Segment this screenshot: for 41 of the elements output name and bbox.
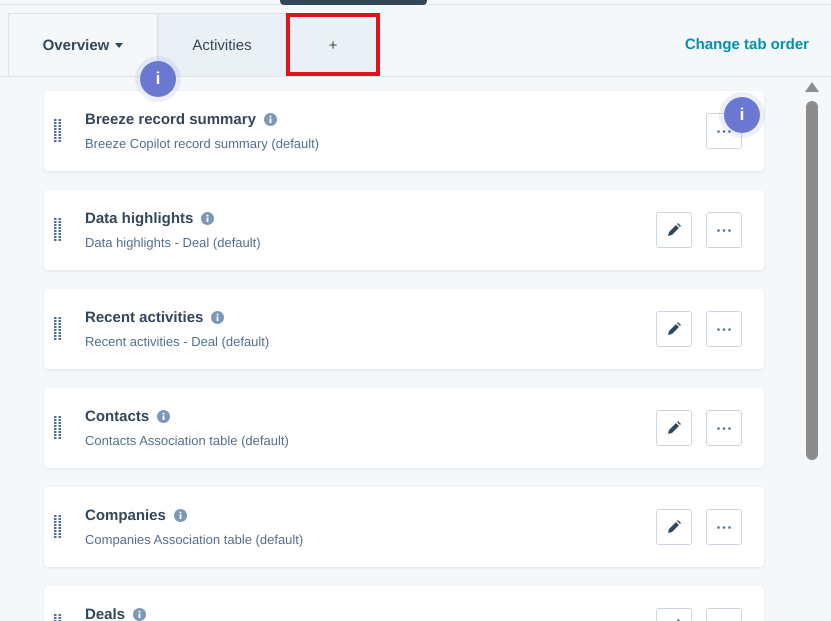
pencil-icon — [667, 520, 681, 534]
card-subtitle: Recent activities - Deal (default) — [85, 334, 270, 349]
info-icon — [264, 113, 277, 126]
card-title: Recent activities — [85, 309, 204, 326]
more-icon — [717, 328, 731, 330]
card-title: Companies — [85, 507, 166, 524]
drag-handle-icon[interactable] — [54, 119, 62, 143]
drag-handle-icon[interactable] — [54, 218, 62, 242]
card-title: Data highlights — [85, 210, 194, 227]
card-subtitle: Companies Association table (default) — [85, 532, 304, 547]
scrollbar-thumb[interactable] — [806, 101, 818, 460]
card-title: Contacts — [85, 408, 150, 425]
more-icon — [717, 228, 731, 232]
card-title: Breeze record summary — [85, 111, 256, 128]
card-subtitle: Contacts Association table (default) — [85, 433, 290, 448]
info-icon — [201, 212, 214, 225]
edit-button[interactable] — [656, 212, 692, 248]
scroll-up-arrow-icon[interactable] — [805, 82, 819, 92]
tab[interactable]: Activities — [158, 13, 286, 76]
drag-handle-icon[interactable] — [54, 317, 62, 341]
tab[interactable]: Overview — [8, 13, 158, 76]
card-subtitle: Data highlights - Deal (default) — [85, 235, 262, 250]
caret-icon — [115, 42, 124, 48]
info-icon — [157, 410, 170, 423]
drag-handle-icon[interactable] — [54, 416, 62, 440]
more-icon — [717, 526, 731, 528]
pencil-icon — [667, 322, 681, 336]
drag-handle-icon[interactable] — [54, 515, 62, 539]
pencil-icon — [667, 421, 681, 435]
info-icon — [174, 509, 187, 522]
edit-button[interactable] — [656, 311, 692, 347]
info-beacon-tooltip[interactable]: i — [724, 97, 760, 133]
more-icon — [717, 130, 731, 132]
edit-button[interactable] — [656, 509, 692, 545]
tab[interactable]: + — [286, 13, 380, 76]
card-subtitle: Breeze Copilot record summary (default) — [85, 136, 320, 151]
edit-button[interactable] — [656, 410, 692, 446]
card-title: Deals — [85, 606, 126, 621]
more-icon — [717, 426, 731, 430]
pencil-icon — [667, 223, 681, 237]
info-icon — [211, 311, 224, 324]
